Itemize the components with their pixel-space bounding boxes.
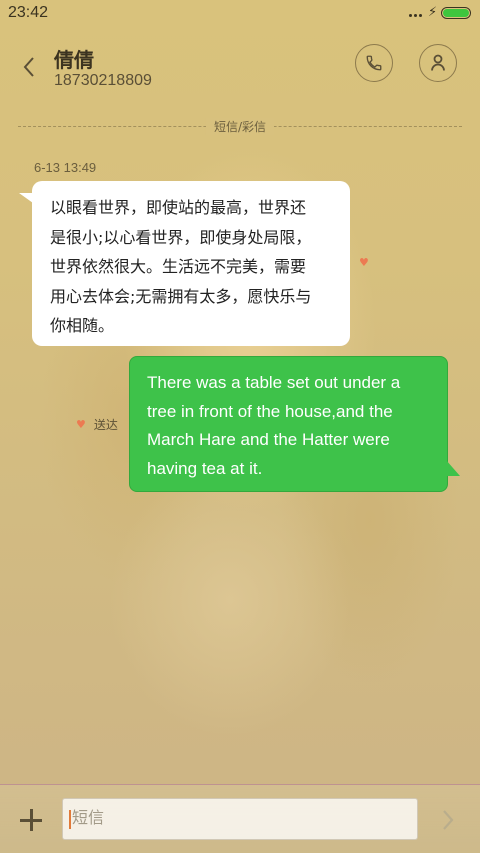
charging-icon: ⚡ bbox=[428, 5, 438, 20]
status-time: 23:42 bbox=[8, 4, 49, 21]
back-chevron-icon bbox=[23, 57, 34, 77]
send-arrow-icon bbox=[443, 810, 454, 830]
heart-icon: ♥ bbox=[76, 417, 86, 431]
person-icon bbox=[431, 54, 445, 71]
incoming-message-bubble[interactable]: 以眼看世界，即使站的最高，世界还 是很小;以心看世界，即使身处局限， 世界依然很… bbox=[32, 181, 350, 346]
status-bar: 23:42 ⚡ bbox=[0, 0, 480, 28]
composer-bar bbox=[0, 784, 480, 853]
call-button[interactable] bbox=[355, 44, 393, 82]
divider-label: 短信/彩信 bbox=[205, 118, 275, 135]
outgoing-message-text: There was a table set out under a tree i… bbox=[147, 373, 401, 478]
contact-number: 18730218809 bbox=[54, 72, 152, 89]
signal-dots-icon bbox=[409, 14, 429, 18]
back-button[interactable] bbox=[14, 52, 44, 82]
contact-name: 倩倩 bbox=[54, 48, 94, 72]
delivery-status: ♥ 送达 bbox=[76, 416, 118, 432]
heart-icon: ♥ bbox=[359, 256, 369, 269]
send-button[interactable] bbox=[436, 807, 460, 833]
incoming-bubble-tail bbox=[19, 193, 33, 203]
message-input[interactable] bbox=[62, 798, 418, 840]
outgoing-bubble-tail bbox=[446, 460, 460, 476]
contact-details-button[interactable] bbox=[419, 44, 457, 82]
incoming-message-text: 以眼看世界，即使站的最高，世界还 是很小;以心看世界，即使身处局限， 世界依然很… bbox=[50, 198, 312, 335]
outgoing-message-bubble[interactable]: There was a table set out under a tree i… bbox=[129, 356, 448, 492]
messaging-screen: 23:42 ⚡ 倩倩 18730218809 短信/彩信 6-13 13:49 … bbox=[0, 0, 480, 853]
battery-level-fill bbox=[443, 9, 469, 17]
text-cursor bbox=[69, 810, 71, 829]
phone-icon bbox=[366, 55, 382, 71]
message-timestamp: 6-13 13:49 bbox=[34, 160, 97, 175]
conversation-divider: 短信/彩信 bbox=[18, 118, 462, 136]
delivery-status-label: 送达 bbox=[93, 417, 118, 432]
add-attachment-button[interactable] bbox=[18, 807, 44, 833]
battery-icon bbox=[441, 7, 471, 19]
